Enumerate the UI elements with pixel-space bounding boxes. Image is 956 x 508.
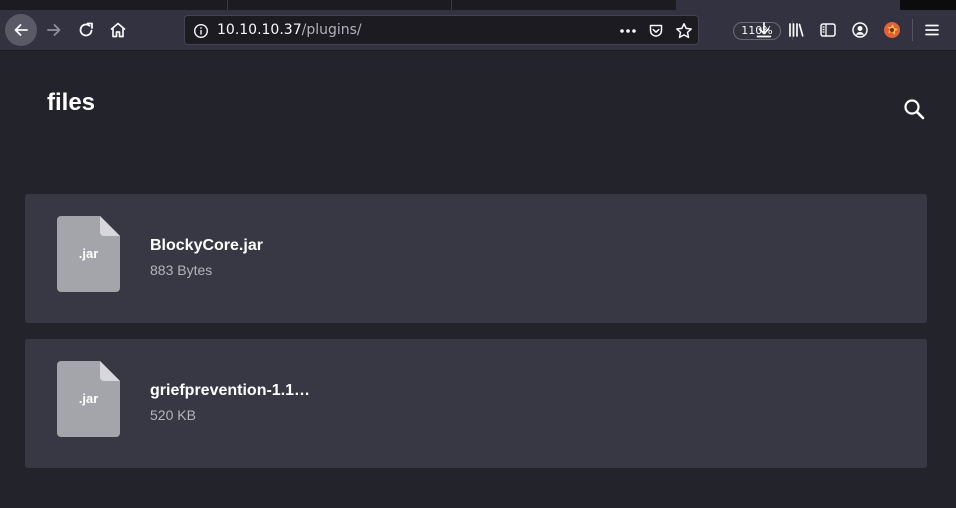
sidebar-button[interactable] [813,14,843,46]
page-content: files .jar BlockyCore.jar 883 Bytes .jar… [0,51,956,508]
file-card[interactable]: .jar griefprevention-1.1… 520 KB [25,339,927,468]
search-icon [904,99,925,120]
forward-arrow-icon [47,24,61,36]
file-extension: .jar [78,246,99,261]
browser-tab-active[interactable] [676,0,900,10]
tab-strip [0,0,956,10]
account-icon [852,22,868,38]
file-extension: .jar [78,391,99,406]
file-size: 883 Bytes [150,262,213,278]
more-dots-icon [620,29,636,33]
url-text[interactable]: 10.10.10.37/plugins/ [217,22,362,38]
toolbar-divider [912,19,913,41]
hamburger-menu-icon [925,24,939,36]
star-icon [676,23,692,39]
file-icon: .jar [57,361,120,437]
back-button[interactable] [5,14,37,46]
library-button[interactable] [781,14,811,46]
page-title: files [47,89,96,116]
file-icon: .jar [57,216,120,292]
extension-button[interactable] [877,14,907,46]
navigation-toolbar: 10.10.10.37/plugins/ 110% [0,10,956,51]
menu-button[interactable] [917,14,947,46]
url-path: /plugins/ [301,22,362,38]
browser-tab[interactable] [452,0,676,10]
downloads-button[interactable] [749,14,779,46]
bookmark-star-button[interactable] [672,20,696,42]
file-name[interactable]: griefprevention-1.1… [150,381,310,401]
file-card[interactable]: .jar BlockyCore.jar 883 Bytes [25,194,927,323]
pocket-icon [649,24,663,37]
library-icon [789,23,804,37]
file-size: 520 KB [150,407,196,423]
home-button[interactable] [102,14,134,46]
back-arrow-icon [14,24,28,36]
info-icon[interactable] [193,23,209,39]
forward-button[interactable] [38,14,70,46]
url-host: 10.10.10.37 [217,22,302,38]
pocket-button[interactable] [644,20,668,42]
address-bar[interactable]: 10.10.10.37/plugins/ 110% [184,15,793,45]
home-icon [110,22,126,38]
search-button[interactable] [900,95,928,123]
browser-tab[interactable] [228,0,452,10]
reload-icon [79,22,93,37]
sidebar-icon [820,23,836,37]
browser-tab[interactable] [0,0,228,10]
reload-button[interactable] [70,14,102,46]
page-actions-button[interactable] [616,20,640,42]
extension-icon [884,22,900,38]
file-name[interactable]: BlockyCore.jar [150,236,263,256]
download-icon [756,22,772,38]
account-button[interactable] [845,14,875,46]
